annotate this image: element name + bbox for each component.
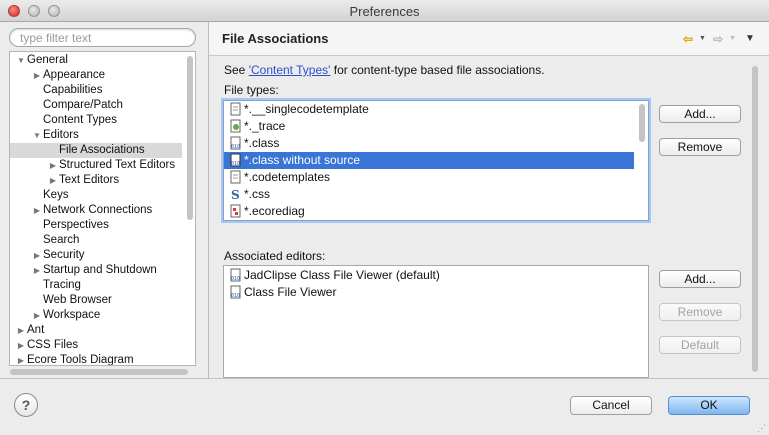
list-item[interactable]: *._trace [224, 118, 634, 135]
back-dropdown-icon[interactable]: ▼ [699, 32, 706, 46]
tree-item-compare-patch[interactable]: Compare/Patch [10, 98, 182, 113]
page-content: See 'Content Types' for content-type bas… [218, 58, 748, 378]
collapsed-triangle-icon[interactable]: ▶ [32, 203, 42, 218]
expanded-triangle-icon[interactable]: ▼ [16, 53, 26, 68]
resize-grip-icon[interactable]: ⋰ [757, 423, 767, 433]
tree-item-web-browser[interactable]: Web Browser [10, 293, 182, 308]
collapsed-triangle-icon[interactable]: ▶ [16, 323, 26, 338]
class-icon: 010 [230, 136, 241, 150]
tree-item-file-associations[interactable]: File Associations [10, 143, 182, 158]
collapsed-triangle-icon[interactable]: ▶ [32, 263, 42, 278]
tree-item-network-connections[interactable]: ▶ Network Connections [10, 203, 182, 218]
doc-icon [230, 102, 241, 116]
list-item[interactable]: 010 *.class without source [224, 152, 634, 169]
list-item[interactable]: 010 *.class [224, 135, 634, 152]
list-item[interactable]: S *.css [224, 186, 634, 203]
tree-item-perspectives[interactable]: Perspectives [10, 218, 182, 233]
filter-input[interactable] [9, 28, 196, 47]
list-item[interactable]: 010 Class File Viewer [224, 284, 634, 301]
title-bar: Preferences [0, 0, 769, 22]
tree-item-general[interactable]: ▼ General [10, 53, 182, 68]
view-menu-icon[interactable]: ▼ [745, 32, 755, 46]
collapsed-triangle-icon[interactable]: ▶ [32, 68, 42, 83]
tree-item-content-types[interactable]: Content Types [10, 113, 182, 128]
class-icon: 010 [230, 285, 241, 299]
tree-hscroll-thumb[interactable] [10, 369, 188, 375]
help-button[interactable]: ? [14, 393, 38, 417]
collapsed-triangle-icon[interactable]: ▶ [32, 248, 42, 263]
tree-item-tracing[interactable]: Tracing [10, 278, 182, 293]
svg-text:S: S [231, 188, 240, 202]
tree-item-structured-text-editors[interactable]: ▶ Structured Text Editors [10, 158, 182, 173]
tree-item-css-files[interactable]: ▶ CSS Files [10, 338, 182, 353]
remove-editor-button[interactable]: Remove [659, 303, 741, 321]
remove-file-type-button[interactable]: Remove [659, 138, 741, 156]
back-arrow-icon[interactable]: ⇦ [683, 32, 693, 46]
collapsed-triangle-icon[interactable]: ▶ [32, 308, 42, 323]
add-editor-button[interactable]: Add... [659, 270, 741, 288]
list-item[interactable]: *.ecorediag [224, 203, 634, 220]
panel-divider[interactable] [208, 22, 209, 378]
collapsed-triangle-icon[interactable]: ▶ [16, 338, 26, 353]
window-title: Preferences [349, 4, 420, 19]
collapsed-triangle-icon[interactable]: ▶ [16, 353, 26, 365]
tree-item-ant[interactable]: ▶ Ant [10, 323, 182, 338]
trace-icon [230, 119, 241, 133]
list-item[interactable]: *.__singlecodetemplate [224, 101, 634, 118]
page-header: File Associations ⇦ ▼ ⇨ ▼ ▼ [209, 22, 769, 56]
preference-tree: ▼ General ▶ Appearance Capabilities Comp… [9, 51, 196, 366]
svg-text:010: 010 [231, 144, 240, 150]
file-types-scroll-thumb[interactable] [639, 104, 645, 142]
tree-item-ecore-tools-diagram[interactable]: ▶ Ecore Tools Diagram [10, 353, 182, 365]
doc-icon [230, 170, 241, 184]
tree-vertical-scrollbar[interactable] [185, 54, 194, 349]
tree-item-text-editors[interactable]: ▶ Text Editors [10, 173, 182, 188]
tree-item-startup-and-shutdown[interactable]: ▶ Startup and Shutdown [10, 263, 182, 278]
content-types-hint: See 'Content Types' for content-type bas… [224, 63, 545, 77]
forward-arrow-icon[interactable]: ⇨ [713, 32, 723, 46]
page-scroll-thumb[interactable] [752, 66, 758, 372]
forward-dropdown-icon[interactable]: ▼ [729, 32, 736, 46]
cancel-button[interactable]: Cancel [570, 396, 652, 415]
tree-horizontal-scrollbar[interactable] [10, 369, 196, 377]
expanded-triangle-icon[interactable]: ▼ [32, 128, 42, 143]
collapsed-triangle-icon[interactable]: ▶ [48, 173, 58, 188]
tree-item-capabilities[interactable]: Capabilities [10, 83, 182, 98]
svg-text:010: 010 [231, 276, 240, 282]
tree-scroll-thumb[interactable] [187, 56, 193, 220]
tree-item-search[interactable]: Search [10, 233, 182, 248]
tree-item-workspace[interactable]: ▶ Workspace [10, 308, 182, 323]
tree-item-security[interactable]: ▶ Security [10, 248, 182, 263]
css-icon: S [231, 188, 240, 202]
tree-item-keys[interactable]: Keys [10, 188, 182, 203]
associated-editors-label: Associated editors: [224, 249, 326, 263]
content-types-link[interactable]: 'Content Types' [249, 63, 331, 77]
class-icon: 010 [230, 153, 241, 167]
svg-text:010: 010 [231, 161, 240, 167]
tree-item-editors[interactable]: ▼ Editors [10, 128, 182, 143]
ok-button[interactable]: OK [668, 396, 750, 415]
footer-divider [0, 378, 769, 379]
list-item[interactable]: 010 JadClipse Class File Viewer (default… [224, 267, 634, 284]
default-editor-button[interactable]: Default [659, 336, 741, 354]
class-icon: 010 [230, 268, 241, 282]
list-item[interactable]: *.codetemplates [224, 169, 634, 186]
page-title: File Associations [222, 31, 329, 46]
page-vertical-scrollbar[interactable] [749, 64, 760, 376]
file-types-list[interactable]: *.__singlecodetemplate *._trace 010 *.cl… [223, 100, 649, 221]
associated-editors-list[interactable]: 010 JadClipse Class File Viewer (default… [223, 265, 649, 378]
diagram-icon [230, 204, 241, 218]
tree-item-appearance[interactable]: ▶ Appearance [10, 68, 182, 83]
collapsed-triangle-icon[interactable]: ▶ [48, 158, 58, 173]
add-file-type-button[interactable]: Add... [659, 105, 741, 123]
svg-text:010: 010 [231, 293, 240, 299]
file-types-label: File types: [224, 83, 279, 97]
